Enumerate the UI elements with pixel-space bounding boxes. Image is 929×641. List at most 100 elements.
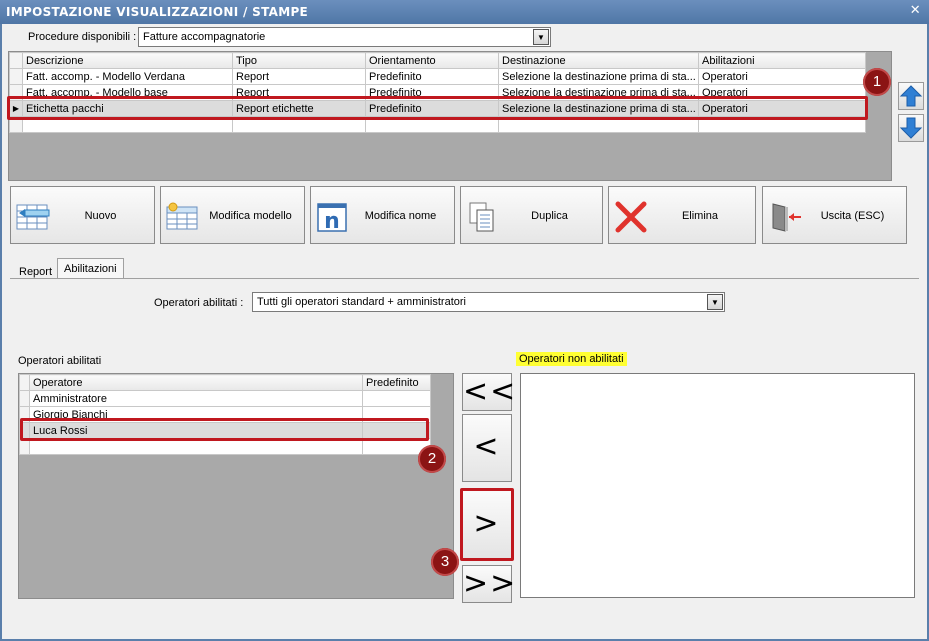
window-title: IMPOSTAZIONE VISUALIZZAZIONI / STAMPE [6, 5, 309, 19]
row-indicator [19, 374, 30, 391]
table-cell[interactable]: Predefinito [365, 68, 499, 85]
procedures-grid: Descrizione Tipo Orientamento Destinazio… [8, 51, 892, 181]
title-bar: IMPOSTAZIONE VISUALIZZAZIONI / STAMPE ✕ [0, 0, 929, 24]
table-cell[interactable]: Selezione la destinazione prima di sta..… [498, 68, 699, 85]
table-row-new[interactable] [19, 438, 431, 455]
table-cell[interactable]: Report [232, 84, 366, 101]
edit-grid-icon [166, 202, 198, 230]
table-cell[interactable]: Operatori [698, 68, 866, 85]
operatori-non-abilitati-list[interactable] [520, 373, 915, 598]
table-row-new[interactable] [9, 116, 866, 133]
procedure-label: Procedure disponibili : [28, 31, 137, 43]
column-header[interactable]: Orientamento [365, 52, 499, 69]
chevron-down-icon[interactable]: ▼ [707, 294, 723, 310]
operatori-non-abilitati-title: Operatori non abilitati [516, 352, 627, 366]
duplicate-icon [469, 202, 494, 232]
move-down-button[interactable] [898, 114, 924, 142]
operatori-abilitati-select[interactable]: Tutti gli operatori standard + amministr… [252, 292, 725, 312]
new-grid-icon [16, 204, 50, 230]
table-cell[interactable]: Luca Rossi [29, 422, 363, 439]
column-header[interactable]: Abilitazioni [698, 52, 866, 69]
table-row[interactable]: Fatt. accomp. - Modello base Report Pred… [9, 84, 866, 101]
table-cell[interactable] [29, 438, 363, 455]
table-cell[interactable] [232, 116, 366, 133]
table-row-selected[interactable]: Luca Rossi [19, 422, 431, 439]
table-cell[interactable]: Predefinito [365, 100, 499, 117]
table-cell[interactable]: Report [232, 68, 366, 85]
column-header[interactable]: Descrizione [22, 52, 233, 69]
modifica-modello-label: Modifica modello [209, 210, 292, 222]
operatori-abilitati-label: Operatori abilitati : [154, 297, 244, 309]
nuovo-button[interactable]: Nuovo [10, 186, 155, 244]
table-cell[interactable]: Selezione la destinazione prima di sta..… [498, 84, 699, 101]
row-indicator [19, 390, 30, 407]
table-row[interactable]: Giorgio Bianchi [19, 406, 431, 423]
modifica-nome-button[interactable]: n Modifica nome [310, 186, 455, 244]
procedure-select-value: Fatture accompagnatorie [143, 31, 266, 43]
table-cell[interactable] [22, 116, 233, 133]
elimina-button[interactable]: Elimina [608, 186, 756, 244]
tab-abilitazioni[interactable]: Abilitazioni [57, 258, 124, 279]
checkbox-cell[interactable] [362, 390, 431, 407]
table-row-selected[interactable]: ▶ Etichetta pacchi Report etichette Pred… [9, 100, 866, 117]
chevron-down-icon[interactable]: ▼ [533, 29, 549, 45]
table-cell[interactable]: Selezione la destinazione prima di sta..… [498, 100, 699, 117]
move-up-button[interactable] [898, 82, 924, 110]
table-cell[interactable]: Predefinito [365, 84, 499, 101]
current-row-arrow-icon: ▶ [9, 100, 23, 117]
row-indicator [19, 438, 30, 455]
modifica-nome-label: Modifica nome [364, 210, 437, 222]
operatori-abilitati-value: Tutti gli operatori standard + amministr… [257, 296, 466, 308]
column-header[interactable]: Tipo [232, 52, 366, 69]
row-indicator [9, 84, 23, 101]
table-cell[interactable]: Report etichette [232, 100, 366, 117]
modifica-modello-button[interactable]: Modifica modello [160, 186, 305, 244]
row-indicator [9, 52, 23, 69]
table-header-row: Operatore Predefinito [19, 374, 431, 391]
procedure-select[interactable]: Fatture accompagnatorie ▼ [138, 27, 551, 47]
row-indicator [9, 116, 23, 133]
table-cell[interactable]: Operatori [698, 100, 866, 117]
column-header[interactable]: Operatore [29, 374, 363, 391]
tab-divider [10, 278, 919, 279]
window-client: Procedure disponibili : Fatture accompag… [2, 24, 927, 639]
column-header[interactable]: Predefinito [362, 374, 431, 391]
checkbox-cell[interactable] [362, 406, 431, 423]
table-cell[interactable]: Etichetta pacchi [22, 100, 233, 117]
step-badge-2: 2 [418, 445, 446, 473]
row-indicator [19, 406, 30, 423]
duplica-button[interactable]: Duplica [460, 186, 603, 244]
table-cell[interactable]: Operatori [698, 84, 866, 101]
uscita-label: Uscita (ESC) [820, 210, 885, 222]
table-cell[interactable] [698, 116, 866, 133]
move-right-button[interactable]: > [462, 489, 512, 560]
exit-door-icon [772, 203, 801, 232]
table-row[interactable]: Amministratore [19, 390, 431, 407]
uscita-button[interactable]: Uscita (ESC) [762, 186, 907, 244]
move-left-button[interactable]: < [462, 414, 512, 482]
table-cell[interactable]: Fatt. accomp. - Modello Verdana [22, 68, 233, 85]
procedures-table: Descrizione Tipo Orientamento Destinazio… [9, 52, 866, 133]
table-cell[interactable]: Amministratore [29, 390, 363, 407]
move-all-left-button[interactable]: << [462, 373, 515, 411]
move-all-right-button[interactable]: >> [462, 565, 515, 603]
table-cell[interactable]: Giorgio Bianchi [29, 406, 363, 423]
rename-icon: n [317, 203, 347, 233]
table-cell[interactable]: Fatt. accomp. - Modello base [22, 84, 233, 101]
step-badge-3: 3 [431, 548, 459, 576]
table-row[interactable]: Fatt. accomp. - Modello Verdana Report P… [9, 68, 866, 85]
tab-report[interactable]: Report [12, 261, 60, 279]
row-indicator [19, 422, 30, 439]
elimina-label: Elimina [681, 210, 719, 222]
operatori-non-abilitati-label: Operatori non abilitati [516, 352, 627, 366]
column-header[interactable]: Destinazione [498, 52, 699, 69]
close-icon[interactable]: ✕ [910, 3, 921, 18]
operatori-abilitati-title: Operatori abilitati [18, 355, 102, 367]
row-indicator [9, 68, 23, 85]
table-cell[interactable] [498, 116, 699, 133]
svg-text:n: n [324, 209, 340, 233]
table-cell[interactable] [365, 116, 499, 133]
checkbox-cell[interactable] [362, 422, 431, 439]
table-header-row: Descrizione Tipo Orientamento Destinazio… [9, 52, 866, 69]
duplica-label: Duplica [531, 210, 568, 222]
